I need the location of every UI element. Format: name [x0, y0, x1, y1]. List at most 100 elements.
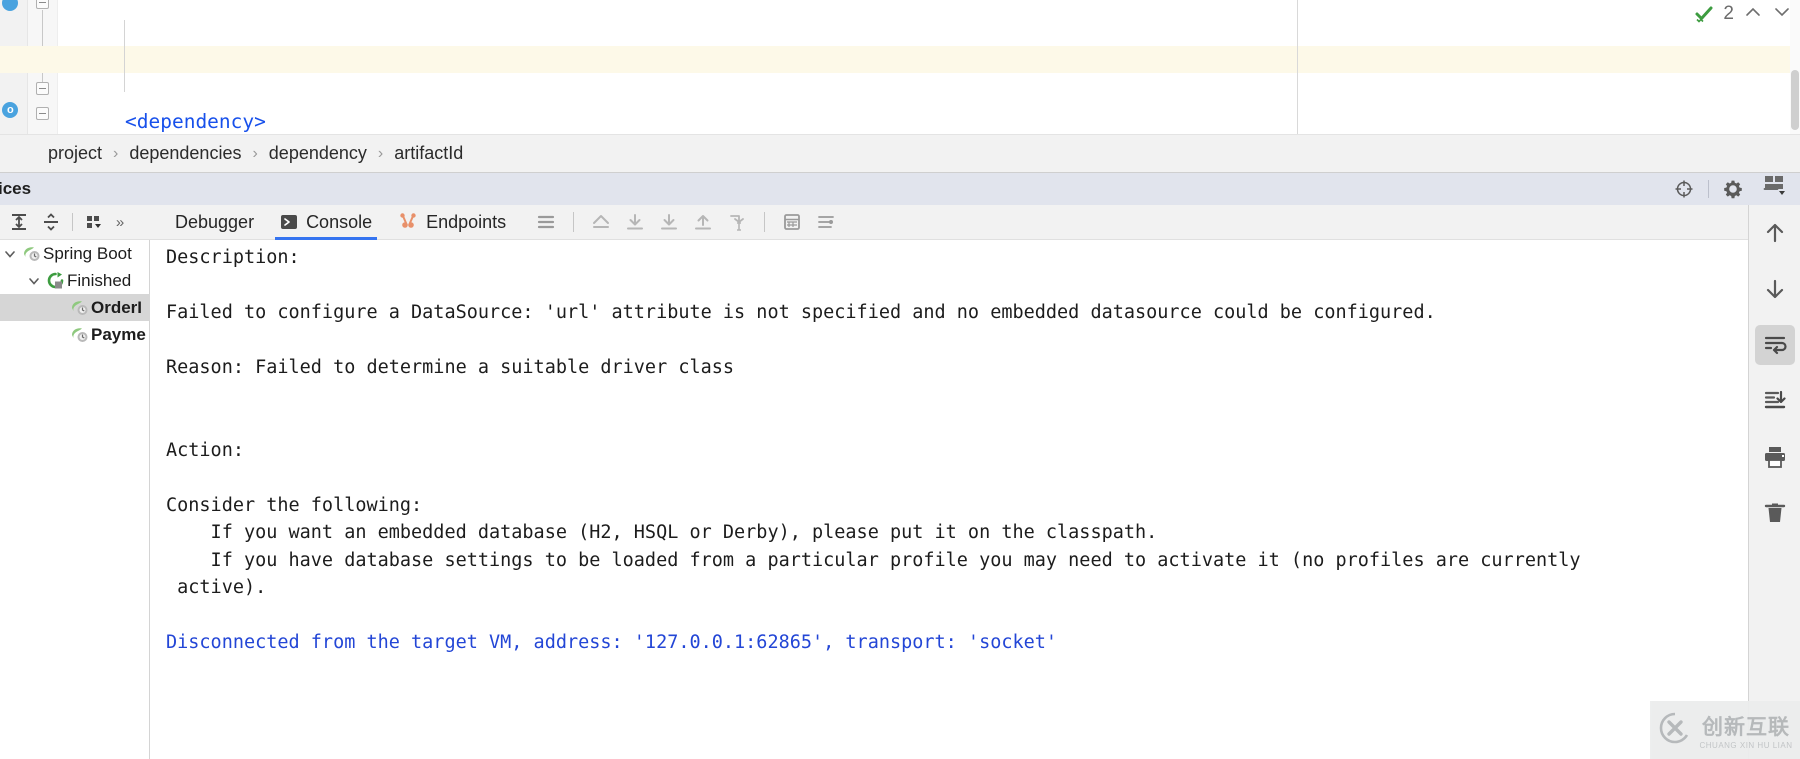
services-tree-panel[interactable]: » Spring Boot Finished OrderI Payme [0, 205, 150, 759]
crosshair-icon[interactable] [1665, 174, 1703, 204]
tree-item-label: Payme [91, 324, 146, 344]
console-icon [280, 213, 298, 231]
expand-all-icon[interactable] [4, 207, 34, 237]
services-tree-toolbar[interactable]: » [0, 205, 150, 240]
layout-icon[interactable] [1754, 169, 1794, 201]
tab-label: Console [306, 211, 373, 232]
breadcrumb[interactable]: project › dependencies › dependency › artifact… [0, 134, 1800, 172]
chevron-up-icon[interactable] [1743, 2, 1763, 26]
console-line: Description: [166, 247, 300, 268]
breadcrumb-item[interactable]: artifactId [394, 143, 463, 164]
spring-boot-icon [68, 298, 91, 317]
hamburger-icon[interactable] [529, 207, 563, 237]
toolbar-divider [72, 213, 73, 231]
scroll-to-end-icon[interactable] [1755, 381, 1795, 421]
arrow-down-icon[interactable] [1755, 269, 1795, 309]
spring-boot-icon [20, 244, 43, 263]
soft-wrap-icon[interactable] [1754, 325, 1795, 365]
tree-item-label: Spring Boot [43, 243, 132, 263]
console-tabs[interactable]: Debugger Console Endpoints [150, 205, 1748, 240]
tree-item-spring-boot[interactable]: Spring Boot [0, 240, 150, 267]
indent-guide [124, 20, 125, 92]
breadcrumb-items[interactable]: project › dependencies › dependency › artifact… [48, 143, 463, 164]
breadcrumb-item[interactable]: project [48, 143, 102, 164]
fold-toggle-icon[interactable] [36, 82, 49, 95]
console-link-line[interactable]: Disconnected from the target VM, address… [166, 629, 1748, 657]
force-step-into-icon[interactable] [686, 207, 720, 237]
spring-boot-icon [68, 325, 91, 344]
breadcrumb-separator: › [113, 144, 119, 162]
ide-window: o <dependency><groupId>org.springframewo… [0, 0, 1800, 759]
console-line: Action: [166, 439, 244, 461]
services-toolwindow-header: ices [0, 172, 1800, 205]
gear-icon[interactable] [1714, 174, 1752, 204]
breadcrumb-item[interactable]: dependency [269, 143, 367, 164]
tab-console[interactable]: Console [267, 205, 385, 240]
code-line[interactable]: <dependency> [58, 108, 1800, 135]
settings-list-icon[interactable] [809, 207, 843, 237]
watermark-pinyin: CHUANG XIN HU LIAN [1699, 740, 1793, 750]
collapse-all-icon[interactable] [36, 207, 66, 237]
trash-icon[interactable] [1755, 493, 1795, 533]
step-out-icon[interactable] [584, 207, 618, 237]
watermark-cn: 创新互联 [1701, 715, 1790, 739]
endpoints-icon [398, 212, 418, 232]
breadcrumb-separator: › [377, 144, 384, 162]
tree-item-finished[interactable]: Finished [0, 267, 150, 294]
services-title: ices [0, 179, 32, 198]
inspection-count: 2 [1723, 3, 1734, 24]
fold-toggle-icon[interactable] [36, 0, 49, 9]
console-line: Consider the following: [166, 494, 423, 516]
header-divider [1708, 180, 1709, 198]
checkmark-green-icon [1694, 4, 1714, 24]
toolbar-divider [764, 212, 766, 232]
breadcrumb-separator: › [252, 144, 258, 162]
breadcrumb-item[interactable]: dependencies [129, 143, 241, 164]
console-output[interactable]: Description: Failed to configure a DataSo… [150, 240, 1748, 759]
tree-item-payme[interactable]: Payme [0, 321, 150, 348]
fold-toggle-icon[interactable] [36, 107, 49, 120]
editor-scrollbar-thumb[interactable] [1791, 70, 1799, 130]
chevron-down-icon[interactable] [0, 247, 20, 261]
step-over-icon[interactable] [618, 207, 652, 237]
step-into-icon[interactable] [652, 207, 686, 237]
console-line: active). [166, 577, 267, 598]
watermark-text: 创新互联 CHUANG XIN HU LIAN [1699, 711, 1792, 750]
calculator-icon[interactable] [775, 207, 809, 237]
current-line-highlight [0, 46, 1800, 73]
rerun-finished-icon [44, 271, 67, 290]
watermark-logo-icon [1657, 710, 1693, 751]
console-panel[interactable]: Debugger Console Endpoints Description: … [150, 205, 1748, 759]
console-line: If you have database settings to be load… [166, 549, 1581, 571]
chevron-double-right-icon[interactable]: » [111, 207, 129, 237]
chevron-down-icon[interactable] [1772, 2, 1792, 26]
console-line: Reason: Failed to determine a suitable d… [166, 357, 735, 378]
console-line: If you want an embedded database (H2, HS… [166, 522, 1158, 543]
toolbar-divider [573, 212, 575, 232]
chevron-down-icon[interactable] [24, 274, 44, 288]
services-tree[interactable]: Spring Boot Finished OrderI Payme [0, 240, 150, 759]
group-by-icon[interactable] [79, 207, 109, 237]
console-side-toolbar[interactable] [1748, 176, 1800, 759]
watermark: 创新互联 CHUANG XIN HU LIAN [1650, 701, 1800, 759]
console-line: Failed to configure a DataSource: 'url' … [166, 302, 1436, 323]
run-to-cursor-icon[interactable] [720, 207, 754, 237]
tree-item-label: Finished [67, 270, 132, 290]
breakpoint-label: o [7, 104, 14, 116]
arrow-up-icon[interactable] [1755, 213, 1795, 253]
code-token: <dependency> [125, 110, 266, 133]
breakpoint-icon[interactable] [2, 0, 18, 11]
tab-debugger[interactable]: Debugger [162, 205, 267, 240]
tree-item-orderi[interactable]: OrderI [0, 294, 150, 321]
inspection-widget[interactable]: 2 [1694, 2, 1792, 26]
tree-item-label: OrderI [91, 297, 143, 317]
tab-endpoints[interactable]: Endpoints [385, 205, 519, 240]
tab-label: Debugger [175, 211, 255, 232]
printer-icon[interactable] [1755, 437, 1795, 477]
